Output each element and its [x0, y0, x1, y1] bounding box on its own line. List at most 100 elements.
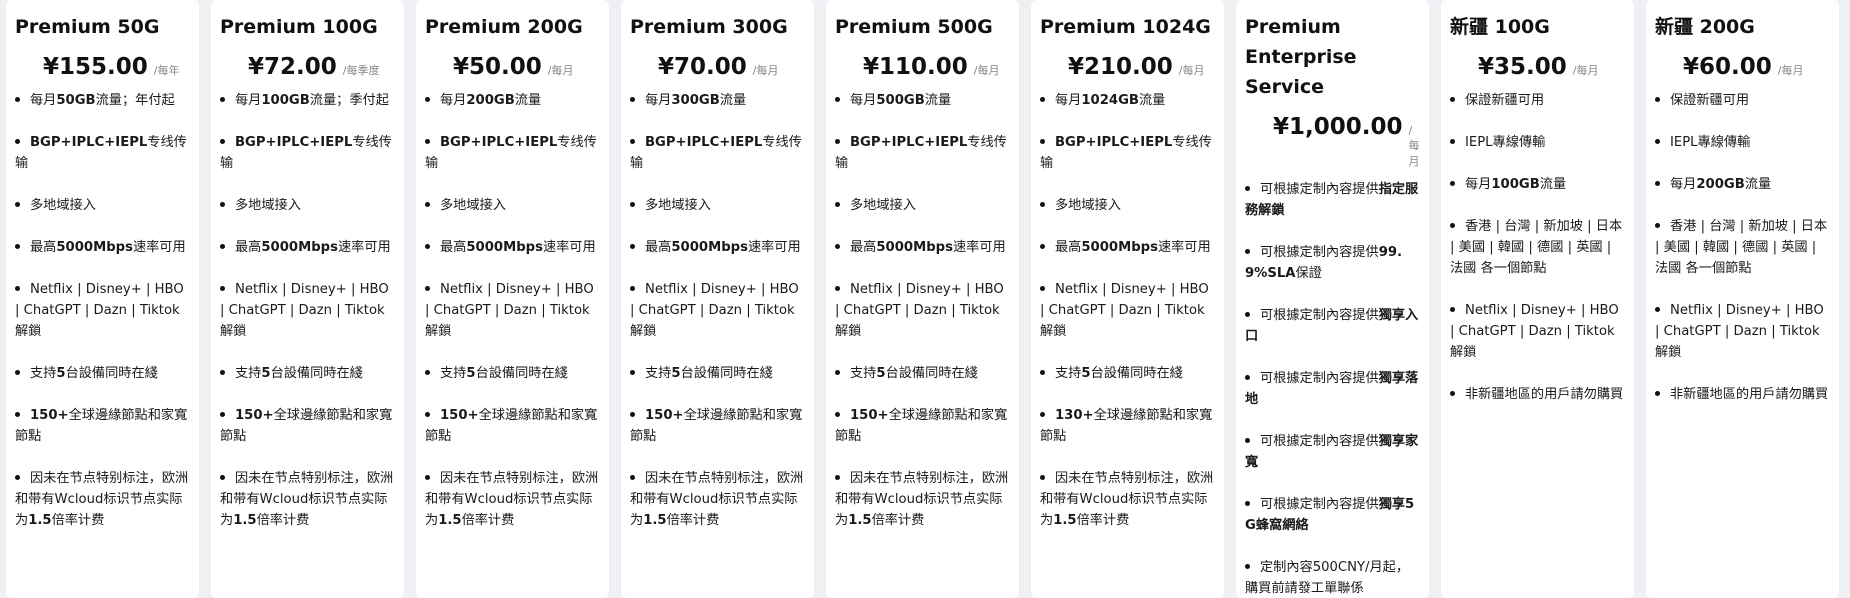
bullet-icon	[1245, 500, 1250, 506]
feature-item: 150+全球邊緣節點和家寬節點	[15, 405, 189, 447]
bullet-icon	[835, 138, 840, 144]
feature-item: 可根據定制內容提供獨享落地	[1245, 368, 1419, 410]
plan-card[interactable]: Premium 300G ¥70.00/每月 每月300GB流量 BGP+IPLC+I…	[621, 0, 814, 598]
feature-item: 因未在节点特别标注，欧洲和带有Wcloud标识节点实际为1.5倍率计费	[425, 468, 599, 531]
bullet-icon	[630, 201, 635, 207]
feature-item: IEPL專線傳輸	[1655, 132, 1829, 153]
bullet-icon	[425, 201, 430, 207]
feature-item: IEPL專線傳輸	[1450, 132, 1624, 153]
bullet-icon	[220, 285, 225, 291]
feature-text: Netflix | Disney+ | HBO | ChatGPT | Dazn…	[15, 282, 184, 339]
bullet-icon	[1040, 96, 1045, 102]
plan-title: Premium 1024G	[1040, 16, 1211, 38]
plan-card[interactable]: Premium Enterprise Service ¥1,000.00/每月 可根…	[1236, 0, 1429, 598]
plan-card[interactable]: Premium 100G ¥72.00/每季度 每月100GB流量；季付起 BGP+I…	[211, 0, 404, 598]
price-row: ¥35.00/每月	[1450, 54, 1624, 80]
bullet-icon	[220, 201, 225, 207]
bullet-icon	[425, 138, 430, 144]
plan-card[interactable]: Premium 1024G ¥210.00/每月每月1024GB流量 BGP+IPL…	[1031, 0, 1224, 598]
feature-item: 支持5台設備同時在綫	[1040, 363, 1214, 384]
feature-highlight: 5000Mbps	[671, 240, 748, 255]
billing-period: /每月	[752, 64, 779, 77]
feature-text: 倍率计费	[666, 513, 720, 528]
feature-text: 速率可用	[337, 240, 391, 255]
feature-highlight: 1.5	[438, 513, 462, 528]
bullet-icon	[425, 96, 430, 102]
feature-highlight: 100GB	[261, 93, 310, 108]
plan-card[interactable]: Premium 200G ¥50.00/每月 每月200GB流量 BGP+IPLC+I…	[416, 0, 609, 598]
feature-highlight: 1.5	[848, 513, 872, 528]
feature-text: 可根據定制內容提供	[1260, 497, 1379, 512]
feature-item: 定制內容500CNY/月起，購買前請發工單聯係	[1245, 557, 1419, 598]
feature-item: 支持5台設備同時在綫	[835, 363, 1009, 384]
feature-highlight: BGP+IPLC+IEPL	[235, 135, 353, 150]
feature-text: 每月	[440, 93, 467, 108]
bullet-icon	[1450, 306, 1455, 312]
feature-highlight: 5	[671, 366, 681, 381]
price-row: ¥1,000.00/每月	[1245, 114, 1420, 169]
feature-item: Netflix | Disney+ | HBO | ChatGPT | Dazn…	[220, 279, 394, 342]
feature-text: 可根據定制內容提供	[1260, 371, 1379, 386]
feature-text: 流量；季付起	[309, 93, 389, 108]
feature-highlight: 5	[1081, 366, 1091, 381]
feature-item: BGP+IPLC+IEPL专线传输	[630, 132, 804, 174]
feature-item: 可根據定制內容提供獨享家寬	[1245, 431, 1419, 473]
bullet-icon	[15, 201, 20, 207]
feature-text: 多地域接入	[645, 198, 711, 213]
feature-text: 香港 | 台灣 | 新加坡 | 日本 | 美國 | 韓國 | 德國 | 英國 |…	[1450, 219, 1623, 276]
price-row: ¥60.00/每月	[1655, 54, 1829, 80]
plan-title: Premium 500G	[835, 16, 993, 38]
feature-text: 每月	[1055, 93, 1082, 108]
plan-title: 新疆 200G	[1655, 16, 1755, 38]
bullet-icon	[15, 96, 20, 102]
bullet-icon	[1040, 369, 1045, 375]
price-row: ¥50.00/每月	[425, 54, 599, 80]
feature-highlight: 1.5	[233, 513, 257, 528]
bullet-icon	[630, 138, 635, 144]
plan-title: Premium 100G	[220, 16, 378, 38]
bullet-icon	[1450, 222, 1455, 228]
plan-price: ¥50.00	[453, 54, 542, 80]
feature-item: 每月200GB流量	[1655, 174, 1829, 195]
feature-text: 倍率计费	[256, 513, 310, 528]
feature-highlight: BGP+IPLC+IEPL	[30, 135, 148, 150]
feature-list: 每月500GB流量 BGP+IPLC+IEPL专线传输 多地域接入 最高5000Mbp…	[835, 90, 1009, 531]
feature-highlight: 1.5	[1053, 513, 1077, 528]
bullet-icon	[835, 243, 840, 249]
feature-highlight: 200GB	[466, 93, 515, 108]
feature-text: 每月	[645, 93, 672, 108]
feature-list: 每月1024GB流量 BGP+IPLC+IEPL专线传输 多地域接入 最高5000Mb…	[1040, 90, 1214, 531]
feature-item: 因未在节点特别标注，欧洲和带有Wcloud标识节点实际为1.5倍率计费	[1040, 468, 1214, 531]
feature-list: 每月200GB流量 BGP+IPLC+IEPL专线传输 多地域接入 最高5000Mbp…	[425, 90, 599, 531]
bullet-icon	[220, 243, 225, 249]
bullet-icon	[630, 243, 635, 249]
billing-period: /每月	[1777, 64, 1804, 77]
feature-text: Netflix | Disney+ | HBO | ChatGPT | Dazn…	[1450, 303, 1619, 360]
feature-item: 多地域接入	[1040, 195, 1214, 216]
feature-text: 可根據定制內容提供	[1260, 308, 1379, 323]
plan-card[interactable]: 新疆 100G ¥35.00/每月 保證新疆可用 IEPL專線傳輸 每月100GB流量香…	[1441, 0, 1634, 598]
feature-text: IEPL專線傳輸	[1465, 135, 1546, 150]
feature-text: 最高	[235, 240, 262, 255]
feature-item: BGP+IPLC+IEPL专线传输	[15, 132, 189, 174]
plan-card[interactable]: Premium 500G ¥110.00/每月 每月500GB流量 BGP+IPLC+…	[826, 0, 1019, 598]
feature-text: 最高	[645, 240, 672, 255]
feature-item: 130+全球邊緣節點和家寬節點	[1040, 405, 1214, 447]
plan-card[interactable]: 新疆 200G ¥60.00/每月 保證新疆可用 IEPL專線傳輸 每月200GB流量香…	[1646, 0, 1839, 598]
billing-period: /每季度	[342, 64, 380, 77]
feature-highlight: 5	[56, 366, 66, 381]
bullet-icon	[1655, 306, 1660, 312]
bullet-icon	[630, 411, 635, 417]
price-row: ¥210.00/每月	[1040, 54, 1214, 80]
feature-item: 保證新疆可用	[1450, 90, 1624, 111]
feature-text: 流量	[924, 93, 952, 108]
feature-text: 流量	[1744, 177, 1772, 192]
bullet-icon	[425, 474, 430, 480]
feature-item: 可根據定制內容提供獨享5G蜂窩網絡	[1245, 494, 1419, 536]
plan-card[interactable]: Premium 50G ¥155.00/每年 每月50GB流量；年付起 BGP+IPL…	[6, 0, 199, 598]
feature-item: 最高5000Mbps速率可用	[425, 237, 599, 258]
feature-highlight: 5	[876, 366, 886, 381]
feature-text: 香港 | 台灣 | 新加坡 | 日本 | 美國 | 韓國 | 德國 | 英國 |…	[1655, 219, 1828, 276]
bullet-icon	[1450, 138, 1455, 144]
bullet-icon	[220, 138, 225, 144]
